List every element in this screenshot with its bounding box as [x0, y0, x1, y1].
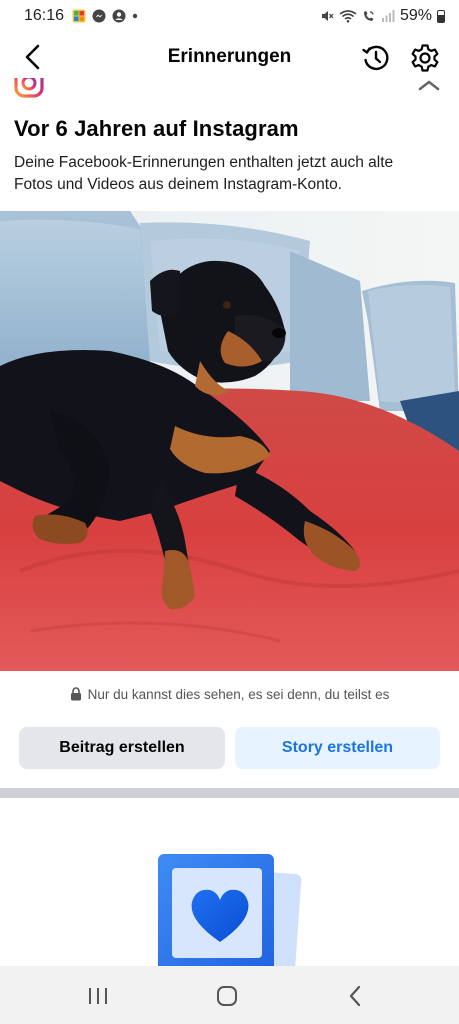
wifi-call-icon	[363, 11, 374, 21]
status-left: 16:16	[24, 7, 138, 25]
instagram-icon	[14, 78, 44, 98]
back-icon[interactable]	[346, 984, 364, 1008]
memory-description: Deine Facebook-Erinnerungen enthalten je…	[14, 154, 394, 193]
signal-icon	[381, 10, 395, 22]
rottweiler-photo	[0, 211, 459, 671]
messenger-icon	[92, 9, 106, 23]
battery-percent: 59%	[399, 7, 432, 24]
create-story-button[interactable]: Story erstellen	[235, 727, 440, 769]
status-right: 59%	[320, 7, 445, 25]
privacy-text: Nur du kannst dies sehen, es sei denn, d…	[87, 686, 390, 702]
heart-photo-icon	[158, 854, 302, 984]
status-bar: 16:16 59%	[0, 0, 459, 32]
history-icon	[362, 45, 389, 71]
dot-icon	[132, 13, 138, 19]
account-icon	[112, 9, 126, 23]
collapse-button[interactable]	[414, 76, 444, 94]
battery-icon	[437, 9, 445, 23]
app-bar: Erinnerungen	[0, 32, 459, 82]
back-button[interactable]	[18, 42, 48, 72]
gallery-icon	[72, 9, 86, 23]
mute-icon	[321, 11, 334, 21]
memory-photo[interactable]	[0, 211, 459, 671]
wifi-icon	[339, 10, 357, 23]
create-post-button[interactable]: Beitrag erstellen	[19, 727, 225, 769]
system-nav-bar	[0, 966, 459, 1024]
settings-button[interactable]	[409, 42, 441, 74]
page-title: Erinnerungen	[167, 46, 292, 67]
history-button[interactable]	[360, 42, 392, 74]
lock-icon	[70, 687, 81, 701]
home-icon[interactable]	[216, 985, 238, 1007]
memories-illustration	[150, 850, 310, 984]
back-arrow-icon	[25, 44, 40, 70]
chevron-up-icon	[418, 80, 440, 91]
gear-icon	[411, 44, 439, 72]
status-time: 16:16	[24, 7, 65, 24]
recent-apps-icon[interactable]	[86, 986, 110, 1006]
section-divider	[0, 788, 459, 798]
privacy-note: Nur du kannst dies sehen, es sei denn, d…	[0, 683, 459, 705]
memory-title: Vor 6 Jahren auf Instagram	[14, 116, 299, 141]
